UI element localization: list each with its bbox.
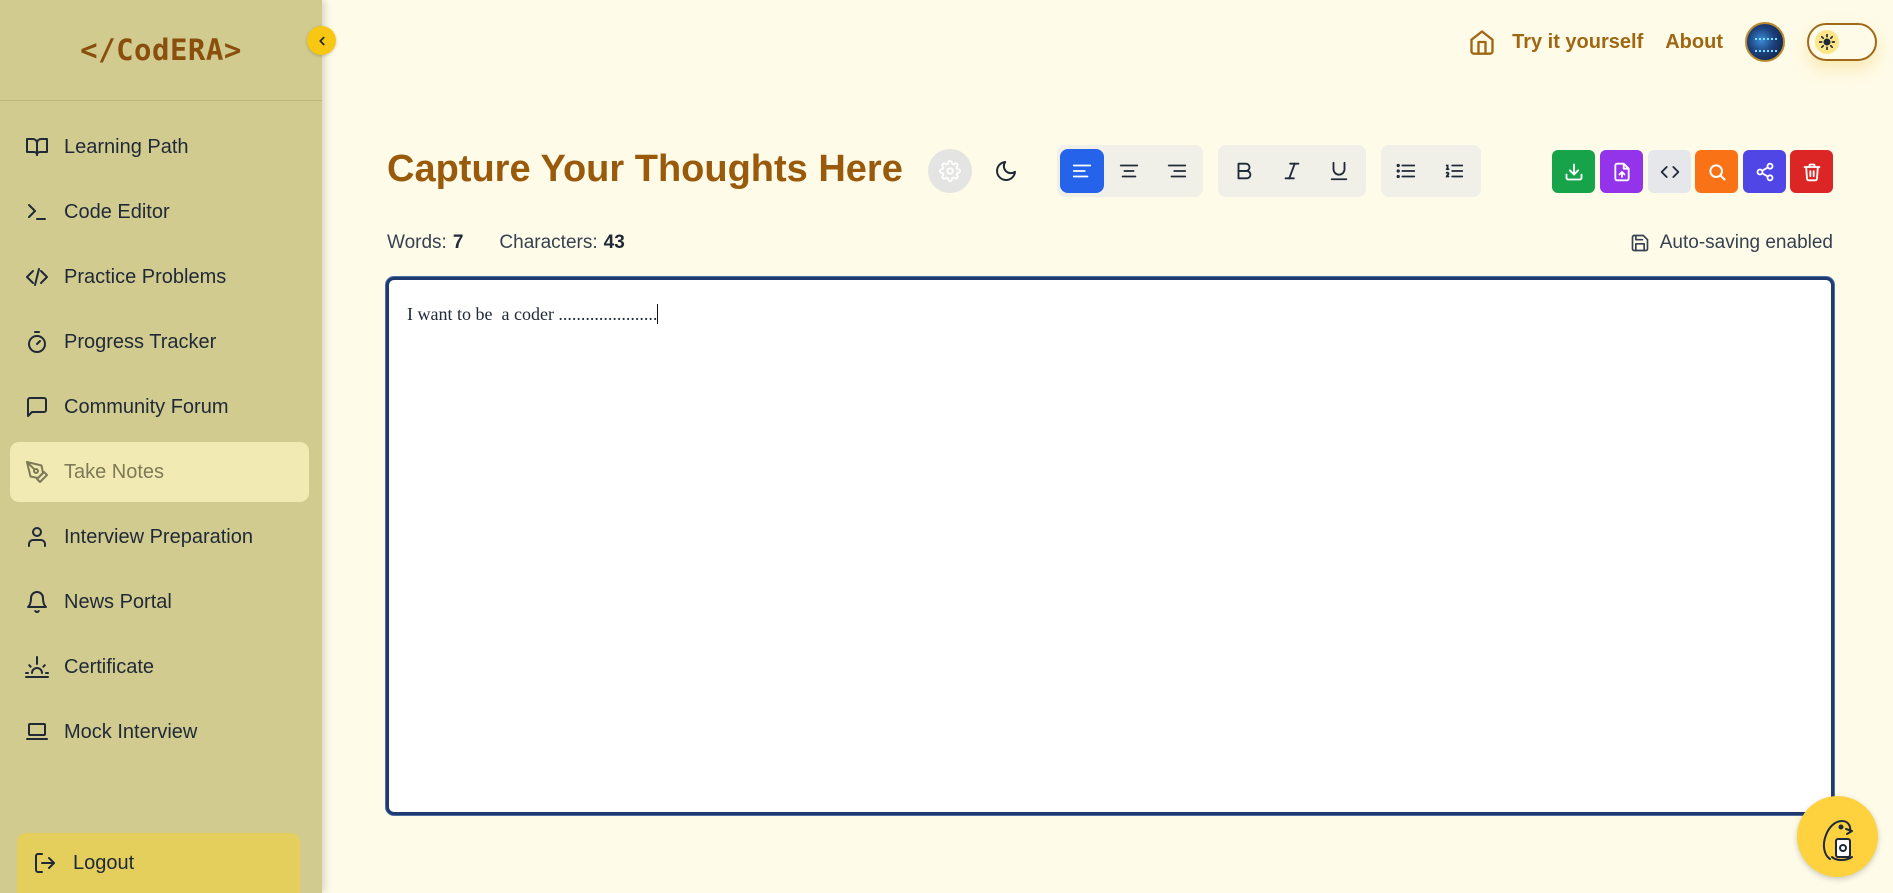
align-center-button[interactable] (1107, 149, 1151, 193)
underline-button[interactable] (1317, 149, 1361, 193)
list-ordered-icon (1445, 164, 1464, 178)
import-file-button[interactable] (1600, 150, 1643, 193)
avatar[interactable] (1745, 22, 1785, 62)
sidebar-nav: Learning Path Code Editor Practice Probl… (10, 117, 309, 767)
sidebar-item-mock-interview[interactable]: Mock Interview (10, 702, 309, 762)
trash-icon (1803, 163, 1820, 181)
save-icon (1630, 233, 1650, 253)
sidebar-item-code-editor[interactable]: Code Editor (10, 182, 309, 242)
laptop-icon (24, 719, 50, 745)
code-icon (24, 264, 50, 290)
chatbot-mascot-icon (1822, 819, 1853, 861)
download-icon (1565, 163, 1582, 180)
italic-icon (1284, 162, 1300, 180)
bold-button[interactable] (1222, 149, 1266, 193)
sidebar-item-interview-preparation[interactable]: Interview Preparation (10, 507, 309, 567)
word-count-stats: Words: 7 Characters: 43 (387, 232, 661, 254)
book-open-icon (24, 134, 50, 160)
share-icon (1756, 162, 1773, 181)
sidebar-item-label: Progress Tracker (64, 330, 217, 353)
sidebar-item-label: News Portal (64, 590, 172, 613)
timer-icon (24, 329, 50, 355)
message-square-icon (24, 394, 50, 420)
sunrise-icon (24, 654, 50, 680)
sidebar-item-label: Certificate (64, 655, 155, 678)
sidebar-item-news-portal[interactable]: News Portal (10, 572, 309, 632)
chevron-left-icon (318, 36, 325, 45)
file-upload-icon (1613, 162, 1630, 181)
bullet-list-button[interactable] (1384, 149, 1428, 193)
logout-label: Logout (73, 851, 135, 874)
code-view-button[interactable] (1648, 150, 1691, 193)
numbered-list-button[interactable] (1432, 149, 1476, 193)
home-icon[interactable] (1466, 26, 1498, 58)
text-caret (657, 304, 659, 324)
bold-icon (1237, 162, 1252, 180)
sidebar-item-certificate[interactable]: Certificate (10, 637, 309, 697)
align-center-icon (1119, 164, 1139, 178)
brand: </CodERA> (0, 0, 322, 101)
sidebar-item-practice-problems[interactable]: Practice Problems (10, 247, 309, 307)
characters-label: Characters: (499, 232, 598, 253)
align-right-icon (1167, 164, 1187, 178)
collapse-sidebar-button[interactable] (307, 26, 336, 55)
align-right-button[interactable] (1155, 149, 1199, 193)
sidebar-item-community-forum[interactable]: Community Forum (10, 377, 309, 437)
sidebar-item-label: Take Notes (64, 460, 165, 483)
words-label: Words: (387, 232, 447, 253)
sidebar-item-label: Code Editor (64, 200, 170, 223)
chatbot-button[interactable] (1797, 796, 1878, 877)
moon-icon (996, 161, 1016, 181)
search-icon (1708, 163, 1725, 180)
list-icon (1396, 163, 1416, 179)
sidebar-item-learning-path[interactable]: Learning Path (10, 117, 309, 177)
sidebar-item-label: Interview Preparation (64, 525, 253, 548)
sidebar-item-label: Mock Interview (64, 720, 198, 743)
align-left-icon (1072, 164, 1092, 178)
logout-button[interactable]: Logout (17, 833, 300, 893)
autosave-status: Auto-saving enabled (1630, 232, 1833, 254)
try-it-yourself-link[interactable]: Try it yourself (1512, 31, 1643, 54)
sidebar: </CodERA> Learning Path Code Editor Prac… (0, 0, 322, 893)
characters-value: 43 (603, 232, 625, 253)
autosave-label: Auto-saving enabled (1659, 232, 1833, 253)
notes-editor[interactable]: I want to be a coder ...................… (386, 277, 1834, 815)
dark-mode-button[interactable] (984, 149, 1028, 193)
terminal-icon (24, 199, 50, 225)
code-icon (1660, 165, 1679, 178)
sidebar-item-label: Community Forum (64, 395, 229, 418)
user-icon (24, 524, 50, 550)
share-button[interactable] (1743, 150, 1786, 193)
words-value: 7 (452, 232, 464, 253)
search-button[interactable] (1695, 150, 1738, 193)
bell-icon (24, 589, 50, 615)
editor-content: I want to be a coder ...................… (407, 304, 658, 324)
log-out-icon (32, 850, 58, 876)
underline-icon (1330, 161, 1348, 181)
sidebar-item-progress-tracker[interactable]: Progress Tracker (10, 312, 309, 372)
italic-button[interactable] (1270, 149, 1314, 193)
pen-tool-icon (24, 459, 50, 485)
theme-toggle[interactable] (1807, 23, 1877, 61)
page-title: Capture Your Thoughts Here (387, 148, 903, 190)
sun-icon (1815, 30, 1839, 54)
settings-button[interactable] (928, 149, 972, 193)
sidebar-item-label: Practice Problems (64, 265, 227, 288)
align-left-button[interactable] (1060, 149, 1104, 193)
gear-icon (939, 160, 961, 182)
download-button[interactable] (1552, 150, 1595, 193)
brand-logo[interactable]: </CodERA> (80, 33, 242, 67)
about-link[interactable]: About (1665, 31, 1723, 54)
sidebar-item-take-notes[interactable]: Take Notes (10, 442, 309, 502)
top-nav: Try it yourself About (1466, 22, 1877, 62)
delete-button[interactable] (1790, 150, 1833, 193)
sidebar-item-label: Learning Path (64, 135, 189, 158)
